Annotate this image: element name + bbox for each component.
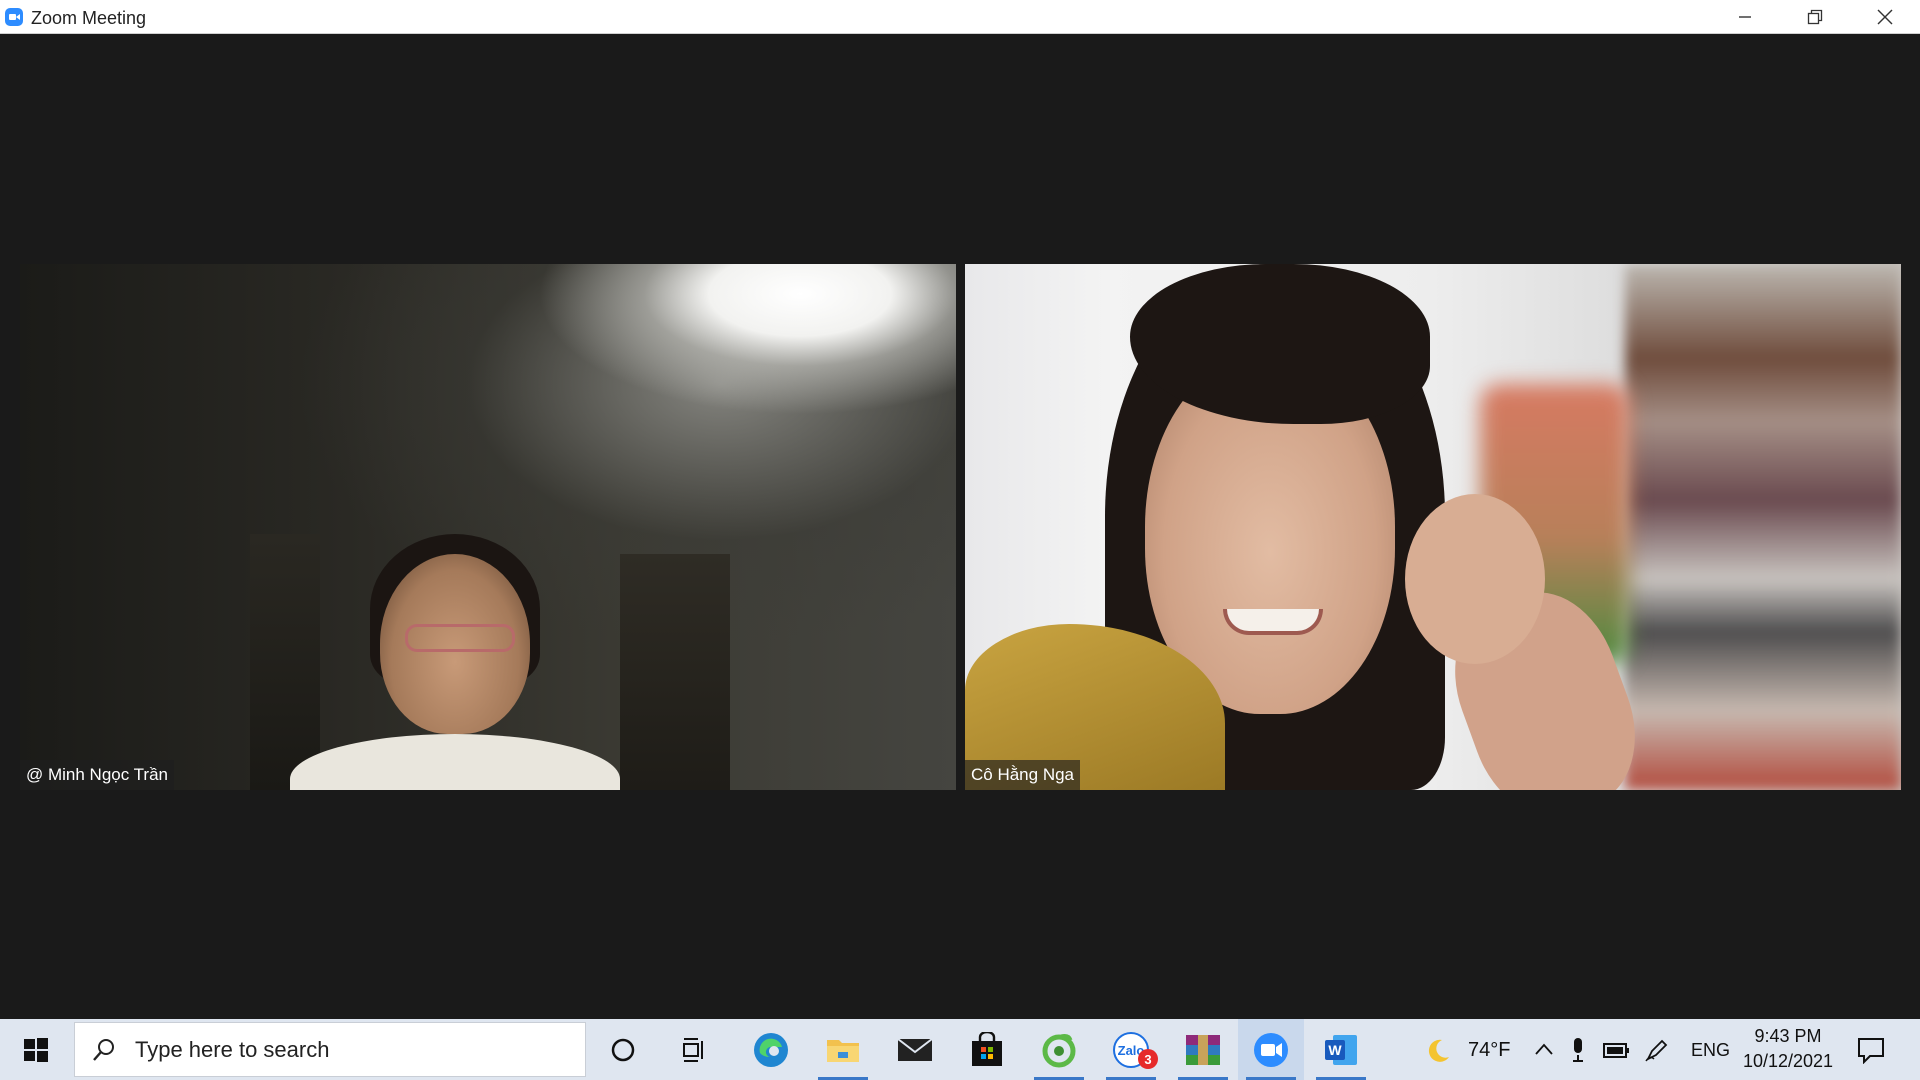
- cortana-icon: [611, 1038, 635, 1061]
- moon-icon: [1428, 1039, 1449, 1062]
- word-button[interactable]: W: [1308, 1019, 1374, 1080]
- task-view-button[interactable]: [662, 1019, 728, 1080]
- participant-hand: [1405, 494, 1545, 664]
- start-button[interactable]: [2, 1019, 70, 1080]
- background-door: [620, 554, 730, 790]
- zoom-taskbar-button[interactable]: [1238, 1019, 1304, 1080]
- background-furniture: [250, 534, 320, 790]
- notification-badge: 3: [1138, 1049, 1158, 1069]
- taskbar: Type here to search Zalo 3 W 74°F ENG 9:…: [0, 1019, 1920, 1080]
- participant-glasses: [405, 624, 515, 652]
- meeting-stage: @ Minh Ngọc Trần Cô Hằng Nga: [0, 34, 1920, 1019]
- clock-time: 9:43 PM: [1754, 1026, 1822, 1046]
- participant-shirt: [290, 734, 620, 790]
- participant-video-tile[interactable]: @ Minh Ngọc Trần: [20, 264, 956, 790]
- zalo-button[interactable]: Zalo 3: [1098, 1019, 1164, 1080]
- svg-text:W: W: [1328, 1042, 1342, 1058]
- restore-icon: [1807, 9, 1823, 25]
- zoom-icon: [1254, 1032, 1288, 1067]
- participant-video: [20, 264, 956, 790]
- mail-button[interactable]: [882, 1019, 948, 1080]
- participant-name-tag: @ Minh Ngọc Trần: [20, 760, 174, 790]
- search-icon: [93, 1038, 114, 1061]
- mail-icon: [897, 1037, 933, 1061]
- clock-date: 10/12/2021: [1742, 1051, 1834, 1071]
- minimize-button[interactable]: [1710, 0, 1780, 34]
- search-input[interactable]: Type here to search: [74, 1022, 586, 1077]
- winrar-button[interactable]: [1170, 1019, 1236, 1080]
- task-view-icon: [683, 1037, 703, 1062]
- weather-temperature[interactable]: 74°F: [1468, 1039, 1510, 1062]
- edge-icon: [754, 1032, 788, 1067]
- battery-icon[interactable]: [1602, 1039, 1630, 1061]
- participant-video: [965, 264, 1901, 790]
- close-icon: [1877, 9, 1893, 25]
- close-button[interactable]: [1850, 0, 1920, 34]
- minimize-icon: [1739, 16, 1751, 18]
- participant-name-tag: Cô Hằng Nga: [965, 760, 1081, 790]
- store-icon: [972, 1031, 1002, 1066]
- edge-button[interactable]: [738, 1019, 804, 1080]
- coccoc-icon: [1042, 1033, 1076, 1067]
- restore-button[interactable]: [1780, 0, 1850, 34]
- participant-video-tile[interactable]: Cô Hằng Nga: [965, 264, 1901, 790]
- notifications-icon[interactable]: [1856, 1036, 1886, 1064]
- file-explorer-icon: [827, 1039, 859, 1062]
- participant-smile: [1223, 609, 1323, 635]
- cortana-button[interactable]: [590, 1019, 656, 1080]
- title-bar: Zoom Meeting: [0, 0, 1920, 34]
- language-indicator[interactable]: ENG: [1691, 1040, 1730, 1061]
- pen-icon[interactable]: [1644, 1037, 1670, 1063]
- winrar-icon: [1186, 1034, 1220, 1065]
- windows-icon: [24, 1037, 48, 1062]
- word-icon: W: [1325, 1034, 1357, 1065]
- file-explorer-button[interactable]: [810, 1019, 876, 1080]
- search-placeholder: Type here to search: [135, 1036, 330, 1062]
- background-shelf: [1625, 264, 1901, 790]
- chevron-up-icon[interactable]: [1534, 1041, 1554, 1057]
- microphone-icon[interactable]: [1570, 1037, 1586, 1063]
- zoom-icon: [5, 8, 23, 26]
- clock[interactable]: 9:43 PM 10/12/2021: [1740, 1023, 1836, 1077]
- coccoc-button[interactable]: [1026, 1019, 1092, 1080]
- store-button[interactable]: [954, 1019, 1020, 1080]
- window-title: Zoom Meeting: [31, 8, 147, 28]
